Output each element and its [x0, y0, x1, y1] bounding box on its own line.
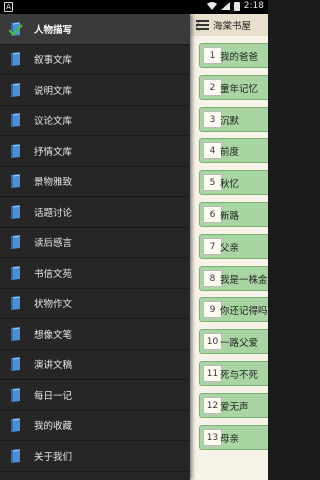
drawer-item-label: 叙事文库: [34, 55, 73, 67]
drawer-item-label: 我的收藏: [34, 421, 73, 433]
article-tab[interactable]: 13 母亲: [199, 424, 268, 450]
article-list-panel: 〈 海棠书屋 1 我的爸爸 2 童年记忆 3 沉默 4 前度 5 秋忆 6 新路 7 父亲 8 我是一株金 9 你…: [190, 14, 268, 480]
article-tab[interactable]: 4 前度: [199, 138, 268, 164]
article-tab[interactable]: 2 童年记忆: [199, 74, 268, 100]
book-icon: [11, 82, 20, 97]
check-book-icon: [9, 21, 23, 36]
drawer-item[interactable]: 书信文苑: [0, 258, 190, 289]
article-row[interactable]: 6 新路: [190, 199, 268, 231]
drawer-item-label: 抒情文库: [34, 146, 73, 158]
article-row[interactable]: 12 爱无声: [190, 390, 268, 422]
drawer-item[interactable]: 演讲文稿: [0, 350, 190, 380]
book-icon: [11, 265, 20, 280]
book-icon: [11, 52, 20, 67]
drawer-item-label: 书信文苑: [34, 268, 73, 280]
book-icon: [11, 204, 20, 219]
article-tab[interactable]: 5 秋忆: [199, 170, 268, 196]
status-bar: A 2:18: [0, 0, 268, 14]
drawer-item-label: 关于我们: [34, 451, 73, 463]
book-icon: [11, 387, 20, 402]
drawer-item-label: 每日一记: [34, 390, 73, 402]
article-row[interactable]: 1 我的爸爸: [190, 40, 268, 72]
article-row[interactable]: 11 死与不死: [190, 358, 268, 390]
drawer-item[interactable]: 话题讨论: [0, 197, 190, 228]
article-tab[interactable]: 3 沉默: [199, 106, 268, 132]
drawer-item[interactable]: 状物作文: [0, 289, 190, 319]
book-icon: [11, 448, 20, 463]
drawer-item[interactable]: 说明文库: [0, 75, 190, 106]
menu-icon[interactable]: [196, 20, 209, 30]
drawer-item-label: 读后感言: [34, 238, 73, 250]
drawer-item[interactable]: 抒情文库: [0, 136, 190, 167]
book-icon: [11, 235, 20, 250]
article-title: 一路父爱: [220, 338, 259, 350]
book-icon: [11, 357, 20, 372]
article-title: 爱无声: [220, 401, 249, 413]
article-title: 我是一株金: [220, 274, 268, 286]
signal-icon: [220, 2, 230, 10]
article-title: 童年记忆: [220, 83, 259, 95]
drawer-item-label: 状物作文: [34, 299, 73, 311]
drawer-item[interactable]: 想像文笔: [0, 319, 190, 350]
book-icon: [11, 174, 20, 189]
navigation-drawer: 人物描写叙事文库说明文库议论文库抒情文库景物雅致话题讨论读后感言书信文苑状物作文…: [0, 14, 190, 480]
article-tab[interactable]: 12 爱无声: [199, 392, 268, 418]
book-icon: [11, 326, 20, 341]
drawer-item-label: 议论文库: [34, 116, 73, 128]
drawer-item[interactable]: 每日一记: [0, 380, 190, 411]
drawer-item-label: 说明文库: [34, 85, 73, 97]
article-row[interactable]: 10 一路父爱: [190, 326, 268, 358]
app-title: 海棠书屋: [213, 21, 252, 32]
book-icon: [11, 143, 20, 158]
clock: 2:18: [243, 1, 264, 11]
article-tab[interactable]: 8 我是一株金: [199, 265, 268, 291]
article-tab[interactable]: 6 新路: [199, 201, 268, 227]
drawer-item[interactable]: 我的收藏: [0, 411, 190, 441]
article-title: 父亲: [220, 242, 240, 254]
drawer-item[interactable]: 景物雅致: [0, 167, 190, 197]
drawer-item-label: 想像文笔: [34, 329, 73, 341]
drawer-item-label: 演讲文稿: [34, 360, 73, 372]
book-icon: [11, 418, 20, 433]
book-icon: [11, 296, 20, 311]
article-row[interactable]: 13 母亲: [190, 422, 268, 454]
article-title: 秋忆: [220, 179, 240, 191]
drawer-item-label: 人物描写: [34, 24, 73, 36]
article-title: 死与不死: [220, 369, 259, 381]
article-tab[interactable]: 9 你还记得吗: [199, 297, 268, 323]
article-tab[interactable]: 11 死与不死: [199, 360, 268, 386]
article-row[interactable]: 9 你还记得吗: [190, 294, 268, 326]
article-title: 沉默: [220, 115, 240, 127]
article-tab[interactable]: 10 一路父爱: [199, 329, 268, 355]
drawer-item-label: 话题讨论: [34, 207, 73, 219]
book-icon: [11, 113, 20, 128]
article-title: 我的爸爸: [220, 52, 259, 63]
drawer-item[interactable]: 议论文库: [0, 106, 190, 136]
article-row[interactable]: 4 前度: [190, 135, 268, 167]
article-title: 母亲: [220, 433, 240, 445]
article-row[interactable]: 3 沉默: [190, 104, 268, 136]
article-tab[interactable]: 7 父亲: [199, 233, 268, 259]
article-row[interactable]: 8 我是一株金: [190, 263, 268, 295]
drawer-item-label: 景物雅致: [34, 177, 73, 189]
drawer-item[interactable]: 叙事文库: [0, 45, 190, 75]
article-title: 前度: [220, 147, 240, 159]
drawer-item[interactable]: 关于我们: [0, 441, 190, 472]
article-row[interactable]: 7 父亲: [190, 231, 268, 263]
drawer-item[interactable]: 人物描写: [0, 14, 190, 45]
wifi-icon: [206, 2, 217, 10]
article-row[interactable]: 2 童年记忆: [190, 72, 268, 104]
article-title: 新路: [220, 210, 240, 222]
article-title: 你还记得吗: [220, 306, 268, 318]
drawer-item[interactable]: 读后感言: [0, 228, 190, 258]
battery-icon: [233, 1, 240, 11]
article-list: 1 我的爸爸 2 童年记忆 3 沉默 4 前度 5 秋忆 6 新路 7 父亲 8 我是一株金 9 你还记得吗 10 一…: [190, 40, 268, 453]
notification-badge: A: [4, 2, 13, 12]
article-tab[interactable]: 1 我的爸爸: [199, 43, 268, 68]
article-row[interactable]: 5 秋忆: [190, 167, 268, 199]
top-bar: 〈 海棠书屋: [190, 14, 268, 36]
